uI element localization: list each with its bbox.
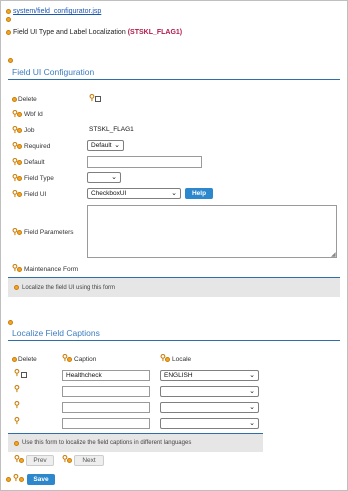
pin-icon[interactable]: ⚲ xyxy=(14,369,20,377)
gear-icon[interactable] xyxy=(8,58,13,63)
locale-select[interactable]: ⌄ xyxy=(160,402,259,413)
section-title-captions: Localize Field Captions xyxy=(12,328,100,338)
next-button[interactable]: Next xyxy=(74,455,104,466)
resize-handle-icon[interactable]: ◢ xyxy=(331,251,336,258)
header-delete: Delete xyxy=(18,356,37,363)
field-ui-select-value: CheckboxUI xyxy=(91,190,127,197)
gear-icon[interactable] xyxy=(6,30,11,35)
gear-icon[interactable] xyxy=(14,441,19,446)
info-bar-field-ui: Localize the field UI using this form xyxy=(8,277,340,297)
caption-input[interactable] xyxy=(62,386,150,397)
gear-icon[interactable] xyxy=(67,357,72,362)
chevron-down-icon: ⌄ xyxy=(111,174,117,181)
field-ui-select[interactable]: CheckboxUI ⌄ xyxy=(87,188,181,199)
chevron-down-icon: ⌄ xyxy=(249,420,255,427)
gear-icon[interactable] xyxy=(12,357,17,362)
pin-icon[interactable]: ⚲ xyxy=(14,417,20,425)
caption-row: ⚲ ⌄ xyxy=(0,401,348,413)
page-title-text: Field UI Type and Label Localization xyxy=(13,29,126,36)
info-bar-captions: Use this form to localize the field capt… xyxy=(8,433,263,452)
locale-select[interactable]: ⌄ xyxy=(160,418,259,429)
default-input[interactable] xyxy=(87,156,202,168)
gear-icon[interactable] xyxy=(67,458,72,463)
label-field-parameters: Field Parameters xyxy=(24,229,74,236)
locale-select[interactable]: ⌄ xyxy=(160,386,259,397)
prev-button[interactable]: Prev xyxy=(26,455,54,466)
chevron-down-icon: ⌄ xyxy=(114,142,120,149)
field-id-badge: (STSKL_FLAG1) xyxy=(127,29,183,36)
pin-icon[interactable]: ⚲ xyxy=(14,401,20,409)
save-button[interactable]: Save xyxy=(27,474,55,485)
gear-icon[interactable] xyxy=(17,144,22,149)
field-type-select[interactable]: ⌄ xyxy=(87,172,121,183)
pin-icon[interactable]: ⚲ xyxy=(14,385,20,393)
gear-icon[interactable] xyxy=(12,97,17,102)
section-divider xyxy=(8,340,340,341)
chevron-down-icon: ⌄ xyxy=(171,190,177,197)
label-field-ui: Field UI xyxy=(24,191,47,198)
caption-delete-checkbox[interactable] xyxy=(21,372,27,378)
caption-input[interactable] xyxy=(62,402,150,413)
locale-select-value: ENGLISH xyxy=(164,372,193,379)
caption-input[interactable]: Healthcheck xyxy=(62,370,150,381)
required-select[interactable]: Default ⌄ xyxy=(87,140,124,151)
gear-icon[interactable] xyxy=(14,285,19,290)
chevron-down-icon: ⌄ xyxy=(249,372,255,379)
page-title: Field UI Type and Label Localization (ST… xyxy=(13,29,182,36)
locale-select[interactable]: ENGLISH ⌄ xyxy=(160,370,259,381)
info-text-captions: Use this form to localize the field capt… xyxy=(22,440,192,446)
gear-icon[interactable] xyxy=(17,160,22,165)
chevron-down-icon: ⌄ xyxy=(249,388,255,395)
gear-icon[interactable] xyxy=(6,477,11,482)
caption-input[interactable] xyxy=(62,418,150,429)
gear-icon[interactable] xyxy=(17,267,22,272)
pin-icon[interactable]: ⚲ xyxy=(13,474,19,482)
header-locale: Locale xyxy=(172,356,192,363)
caption-row: ⚲ ⌄ xyxy=(0,417,348,429)
info-text-field-ui: Localize the field UI using this form xyxy=(22,285,116,291)
gear-icon[interactable] xyxy=(19,458,24,463)
label-delete: Delete xyxy=(18,96,37,103)
label-job: Job xyxy=(24,127,35,134)
section-divider xyxy=(8,79,340,80)
gear-icon[interactable] xyxy=(17,176,22,181)
field-parameters-textarea[interactable] xyxy=(87,205,337,258)
help-button[interactable]: Help xyxy=(185,188,213,199)
required-select-value: Default xyxy=(91,142,112,149)
chevron-down-icon: ⌄ xyxy=(249,404,255,411)
caption-row: ⚲ Healthcheck ENGLISH ⌄ xyxy=(0,369,348,381)
gear-icon[interactable] xyxy=(17,112,22,117)
label-default: Default xyxy=(24,159,45,166)
header-caption: Caption xyxy=(74,356,97,363)
gear-icon[interactable] xyxy=(6,17,11,22)
gear-icon[interactable] xyxy=(165,357,170,362)
gear-icon[interactable] xyxy=(17,192,22,197)
gear-icon[interactable] xyxy=(6,9,11,14)
gear-icon[interactable] xyxy=(8,320,13,325)
caption-row: ⚲ ⌄ xyxy=(0,385,348,397)
gear-icon[interactable] xyxy=(19,477,24,482)
label-wbf-id: Wbf Id xyxy=(24,111,43,118)
delete-checkbox[interactable] xyxy=(95,96,101,102)
label-maintenance-form: Maintenance Form xyxy=(24,266,79,273)
label-field-type: Field Type xyxy=(24,175,54,182)
section-title-field-ui: Field UI Configuration xyxy=(12,67,95,77)
path-link[interactable]: system/field_configurator.jsp xyxy=(13,8,101,15)
gear-icon[interactable] xyxy=(17,128,22,133)
gear-icon[interactable] xyxy=(17,230,22,235)
pin-icon[interactable]: ⚲ xyxy=(89,94,95,102)
label-required: Required xyxy=(24,143,51,150)
job-value: STSKL_FLAG1 xyxy=(89,126,134,133)
